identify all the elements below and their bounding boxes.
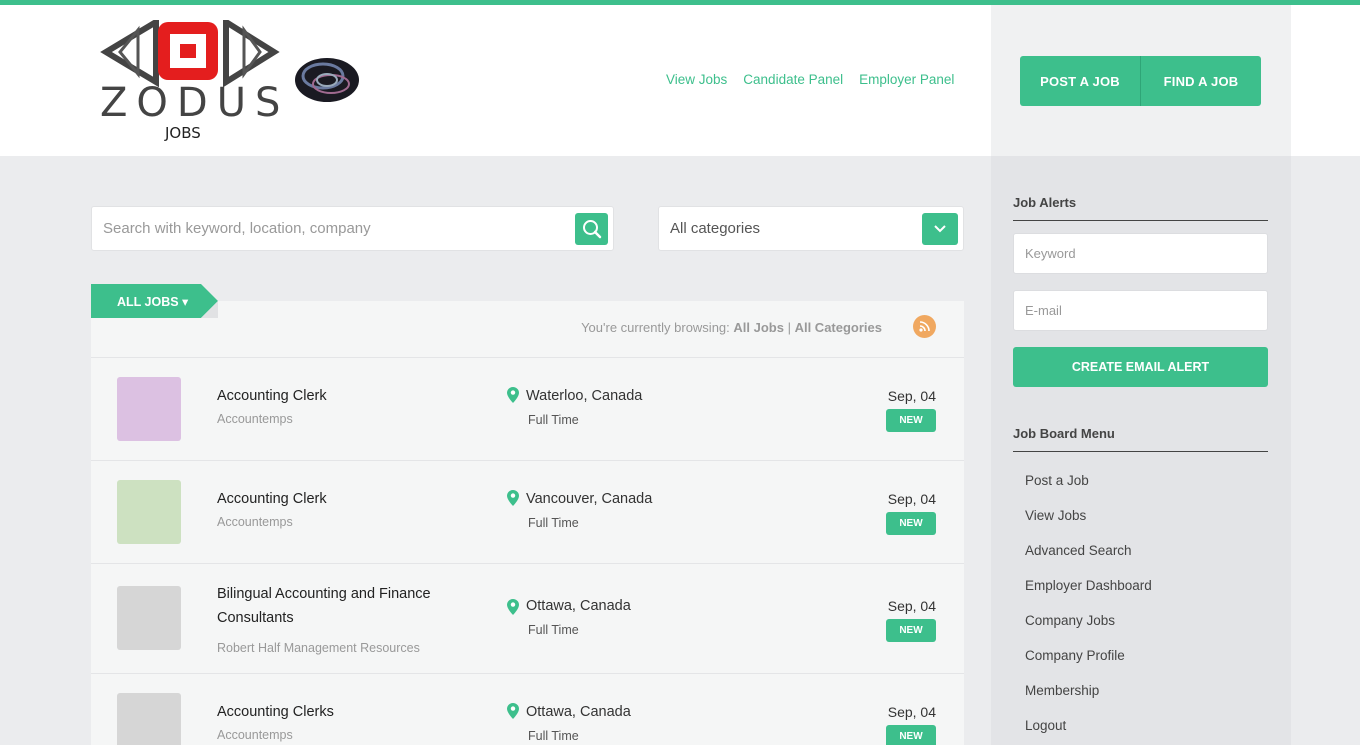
sidebar-menu-item[interactable]: Post a Job: [1025, 473, 1089, 488]
rss-icon: [919, 321, 930, 332]
job-company: Robert Half Management Resources: [217, 641, 420, 655]
company-logo[interactable]: [117, 377, 181, 441]
company-logo[interactable]: [117, 480, 181, 544]
job-company: Accountemps: [217, 412, 293, 426]
location-pin-icon: [507, 703, 519, 719]
job-location: Vancouver, Canada: [526, 491, 653, 507]
job-title[interactable]: Bilingual Accounting and Finance Consult…: [217, 582, 467, 630]
job-title[interactable]: Accounting Clerk: [217, 384, 467, 408]
create-email-alert-button[interactable]: CREATE EMAIL ALERT: [1013, 347, 1268, 387]
search-input[interactable]: Search with keyword, location, company: [91, 206, 614, 251]
all-jobs-tab-label: ALL JOBS ▾: [117, 295, 189, 309]
location-pin-icon: [507, 599, 519, 615]
brand-name: ZODUS: [100, 80, 290, 126]
sidebar-menu-item[interactable]: Company Profile: [1025, 648, 1125, 663]
brand-subtitle: JOBS: [165, 124, 201, 142]
post-a-job-button[interactable]: POST A JOB: [1020, 56, 1140, 106]
main-nav: View Jobs Candidate Panel Employer Panel: [666, 72, 954, 87]
new-badge: NEW: [886, 409, 936, 432]
job-row[interactable]: Accounting Clerk Accountemps Vancouver, …: [91, 460, 964, 563]
new-badge: NEW: [886, 512, 936, 535]
nav-view-jobs[interactable]: View Jobs: [666, 72, 727, 87]
job-company: Accountemps: [217, 728, 293, 742]
job-company: Accountemps: [217, 515, 293, 529]
sidebar-menu-item[interactable]: Company Jobs: [1025, 613, 1115, 628]
company-logo[interactable]: [117, 586, 181, 650]
keyword-placeholder: Keyword: [1025, 246, 1076, 261]
job-type: Full Time: [528, 729, 579, 743]
job-alerts-heading: Job Alerts: [1013, 195, 1268, 221]
category-select[interactable]: All categories: [658, 206, 964, 251]
decorative-orb-icon: [295, 58, 359, 102]
search-placeholder: Search with keyword, location, company: [103, 220, 371, 237]
browsing-category-link[interactable]: All Categories: [795, 320, 882, 335]
new-badge: NEW: [886, 725, 936, 745]
job-date: Sep, 04: [887, 704, 936, 720]
company-logo[interactable]: [117, 693, 181, 745]
job-date: Sep, 04: [887, 388, 936, 404]
all-jobs-tab[interactable]: ALL JOBS ▾: [91, 284, 219, 318]
search-button[interactable]: [575, 213, 608, 245]
job-type: Full Time: [528, 516, 579, 530]
find-a-job-button[interactable]: FIND A JOB: [1140, 56, 1261, 106]
alert-email-input[interactable]: E-mail: [1013, 290, 1268, 331]
nav-candidate-panel[interactable]: Candidate Panel: [743, 72, 843, 87]
job-type: Full Time: [528, 413, 579, 427]
job-location: Ottawa, Canada: [526, 704, 631, 720]
new-badge: NEW: [886, 619, 936, 642]
job-title[interactable]: Accounting Clerk: [217, 487, 467, 511]
job-row[interactable]: Accounting Clerks Accountemps Ottawa, Ca…: [91, 673, 964, 745]
chevron-down-icon: [934, 225, 946, 233]
job-location: Ottawa, Canada: [526, 598, 631, 614]
job-date: Sep, 04: [887, 598, 936, 614]
job-type: Full Time: [528, 623, 579, 637]
job-date: Sep, 04: [887, 491, 936, 507]
browsing-prefix: You're currently browsing:: [581, 320, 730, 335]
sidebar-menu-item[interactable]: Logout: [1025, 718, 1066, 733]
category-dropdown-button[interactable]: [922, 213, 958, 245]
sidebar-menu-item[interactable]: View Jobs: [1025, 508, 1086, 523]
browsing-breadcrumb: You're currently browsing: All Jobs | Al…: [581, 320, 882, 335]
category-value: All categories: [670, 220, 761, 237]
browsing-jobs-link[interactable]: All Jobs: [733, 320, 784, 335]
job-board-menu-heading: Job Board Menu: [1013, 426, 1268, 452]
job-row[interactable]: Bilingual Accounting and Finance Consult…: [91, 563, 964, 673]
sidebar-menu-item[interactable]: Membership: [1025, 683, 1099, 698]
browsing-separator: |: [783, 320, 795, 335]
nav-employer-panel[interactable]: Employer Panel: [859, 72, 954, 87]
rss-button[interactable]: [913, 315, 936, 338]
location-pin-icon: [507, 387, 519, 403]
job-title[interactable]: Accounting Clerks: [217, 700, 467, 724]
location-pin-icon: [507, 490, 519, 506]
alert-keyword-input[interactable]: Keyword: [1013, 233, 1268, 274]
sidebar-menu-item[interactable]: Advanced Search: [1025, 543, 1132, 558]
job-row[interactable]: Accounting Clerk Accountemps Waterloo, C…: [91, 357, 964, 460]
sidebar-menu-item[interactable]: Employer Dashboard: [1025, 578, 1152, 593]
job-location: Waterloo, Canada: [526, 388, 643, 404]
email-placeholder: E-mail: [1025, 303, 1062, 318]
header-button-group: POST A JOB FIND A JOB: [1020, 56, 1261, 106]
search-icon: [582, 220, 601, 239]
